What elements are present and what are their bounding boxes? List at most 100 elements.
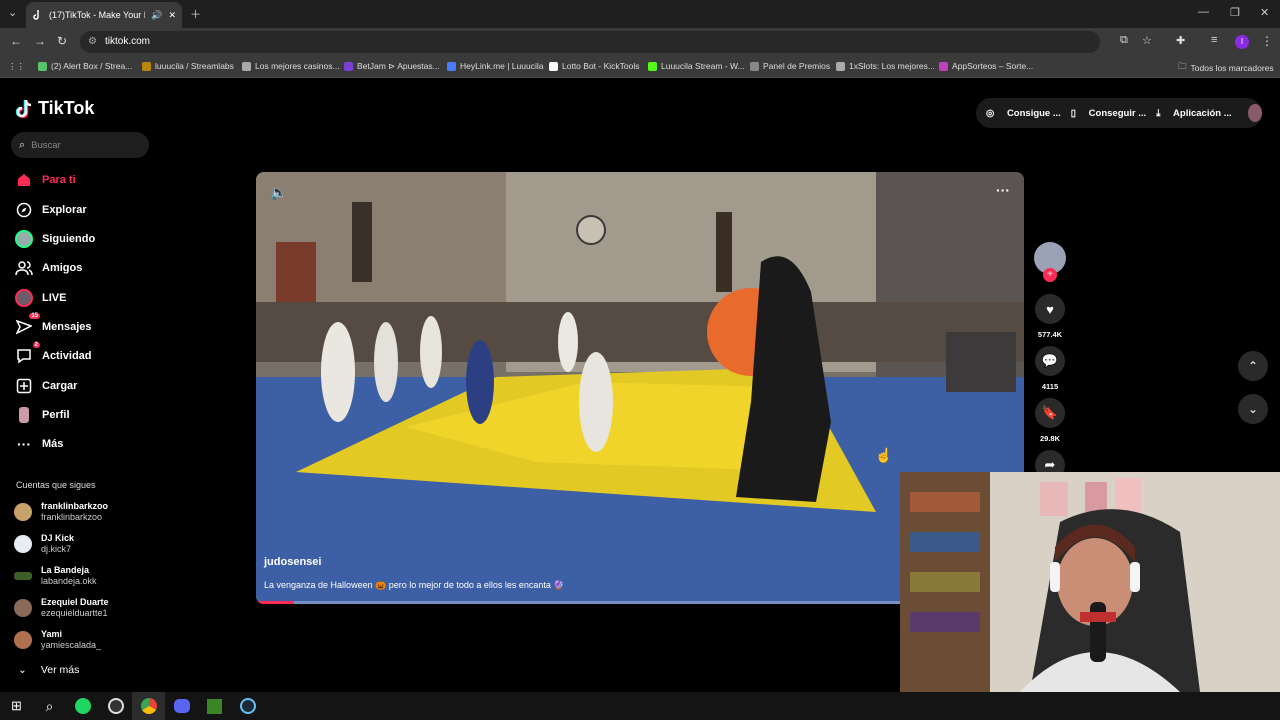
tab-title: (17)TikTok - Make Your Day — [49, 10, 145, 20]
bookmark-item[interactable]: luuucila / Streamlabs — [142, 61, 234, 71]
save-button[interactable]: 🔖 — [1035, 398, 1065, 428]
close-tab-icon[interactable]: ✕ — [168, 10, 176, 21]
more-options-icon[interactable]: ··· — [996, 182, 1010, 198]
taskbar-chrome[interactable] — [132, 692, 165, 720]
menu-item-perfil[interactable]: Perfil — [14, 403, 154, 427]
menu-item-mensajes[interactable]: 15 Mensajes — [14, 313, 154, 339]
bookmarks-bar: ⋮⋮ (2) Alert Box / Strea... luuucila / S… — [0, 56, 1280, 78]
follow-plus-icon[interactable]: + — [1043, 268, 1057, 282]
taskbar-minecraft[interactable] — [198, 692, 231, 720]
extensions-icon[interactable]: ✚ — [1176, 34, 1185, 47]
taskbar-discord[interactable] — [165, 692, 198, 720]
menu-item-cargar[interactable]: Cargar — [14, 374, 154, 398]
browser-tab[interactable]: (17)TikTok - Make Your Day 🔊 ✕ — [26, 2, 182, 28]
video-author[interactable]: judosensei — [264, 556, 321, 568]
back-icon[interactable]: ← — [10, 34, 22, 48]
menu-label: Explorar — [42, 204, 87, 216]
menu-item-para-ti[interactable]: Para ti — [14, 168, 154, 192]
menu-item-mas[interactable]: ··· Más — [14, 432, 154, 456]
followed-account[interactable]: franklinbarkzoo franklinbarkzoo — [14, 499, 144, 525]
forward-icon[interactable]: → — [34, 34, 46, 48]
reload-icon[interactable]: ↻ — [57, 34, 67, 48]
bookmark-item[interactable]: (2) Alert Box / Strea... — [38, 61, 132, 71]
all-bookmarks-folder[interactable]: 🗀 Todos los marcadores — [1178, 61, 1274, 75]
menu-item-live[interactable]: LIVE — [14, 286, 154, 310]
browser-tab-bar: ⌄ (17)TikTok - Make Your Day 🔊 ✕ ＋ — ❐ ✕ — [0, 0, 1280, 28]
webcam-overlay — [900, 472, 1280, 692]
tiktok-logo[interactable]: TikTok — [16, 98, 94, 119]
profile-avatar[interactable]: I — [1235, 35, 1249, 49]
chrome-icon — [140, 698, 157, 714]
maximize-icon[interactable]: ❐ — [1230, 6, 1240, 19]
taskbar-search-button[interactable]: ⌕ — [33, 692, 66, 720]
followed-account[interactable]: DJ Kick dj.kick7 — [14, 531, 144, 557]
obs-icon — [107, 698, 124, 714]
bookmark-item[interactable]: Los mejores casinos... — [242, 61, 340, 71]
avatar — [14, 631, 32, 649]
menu-label: Mensajes — [42, 321, 92, 333]
menu-label: Más — [42, 438, 64, 450]
tab-search-icon[interactable]: ⌄ — [8, 6, 17, 19]
account-name: DJ Kick — [41, 533, 75, 543]
tiktok-note-icon — [16, 99, 32, 118]
menu-label: Actividad — [42, 350, 92, 362]
followed-account[interactable]: Yami yamiescalada_ — [14, 627, 144, 653]
media-control-icon[interactable]: ≡ — [1211, 34, 1217, 46]
url-input[interactable]: ⚙ tiktok.com — [80, 31, 1100, 53]
chevron-down-icon: ⌄ — [18, 664, 27, 676]
account-name: La Bandeja — [41, 565, 90, 575]
see-more-button[interactable]: ⌄ Ver más — [18, 664, 79, 676]
video-caption: La venganza de Halloween 🎃 pero lo mejor… — [264, 580, 565, 590]
bookmark-star-icon[interactable]: ☆ — [1142, 34, 1152, 47]
windows-taskbar: ⊞ ⌕ — [0, 692, 1280, 720]
cast-icon[interactable]: ⧉ — [1120, 34, 1128, 47]
bookmark-item[interactable]: HeyLink.me | Luuucila — [447, 61, 543, 71]
next-video-button[interactable]: ⌄ — [1238, 394, 1268, 424]
account-handle: franklinbarkzoo — [41, 512, 103, 522]
user-avatar[interactable] — [1247, 104, 1262, 122]
bookmark-item[interactable]: AppSorteos – Sorte... — [939, 61, 1033, 71]
more-icon: ··· — [17, 436, 31, 452]
bookmark-item[interactable]: 1xSlots: Los mejores... — [836, 61, 935, 71]
search-input[interactable]: ⌕ Buscar — [11, 132, 149, 158]
followed-account[interactable]: Ezequiel Duarte ezequielduartte1 — [14, 595, 144, 621]
get-app-button[interactable]: ▯ Conseguir ... — [1071, 108, 1146, 119]
search-icon: ⌕ — [45, 697, 54, 714]
menu-item-explorar[interactable]: Explorar — [14, 198, 154, 222]
volume-icon[interactable]: 🔈 — [270, 184, 287, 201]
menu-item-siguiendo[interactable]: Siguiendo — [14, 227, 154, 251]
search-placeholder: Buscar — [31, 139, 61, 151]
start-button[interactable]: ⊞ — [0, 692, 33, 720]
minimize-icon[interactable]: — — [1198, 6, 1209, 18]
account-name: Ezequiel Duarte — [41, 597, 109, 607]
profile-icon — [14, 405, 34, 425]
menu-label: LIVE — [42, 292, 67, 304]
taskbar-steam[interactable] — [231, 692, 264, 720]
address-bar-row: ← → ↻ ⚙ tiktok.com ⧉ ☆ ✚ ≡ I ⋮ — [0, 28, 1280, 56]
taskbar-spotify[interactable] — [66, 692, 99, 720]
account-handle: ezequielduartte1 — [41, 608, 108, 618]
bookmark-item[interactable]: Luuucila Stream - W... — [648, 61, 745, 71]
taskbar-obs[interactable] — [99, 692, 132, 720]
close-window-icon[interactable]: ✕ — [1260, 6, 1269, 19]
compass-icon — [14, 200, 34, 220]
avatar — [14, 599, 32, 617]
browser-menu-icon[interactable]: ⋮ — [1261, 34, 1273, 48]
comment-button[interactable]: 💬 — [1035, 346, 1065, 376]
apps-grid-icon[interactable]: ⋮⋮ — [8, 61, 25, 72]
download-app-button[interactable]: ⤓ Aplicación ... — [1156, 108, 1231, 119]
site-info-icon[interactable]: ⚙ — [88, 31, 97, 53]
menu-item-actividad[interactable]: 2 Actividad — [14, 342, 154, 368]
get-coins-button[interactable]: ◎ Consigue ... — [986, 108, 1061, 119]
followed-account[interactable]: La Bandeja labandeja.okk — [14, 563, 144, 589]
menu-item-amigos[interactable]: Amigos — [14, 256, 154, 280]
bookmark-item[interactable]: Lotto Bot - KickTools — [549, 61, 639, 71]
new-tab-icon[interactable]: ＋ — [190, 6, 201, 22]
home-icon — [14, 170, 34, 190]
folder-icon: 🗀 — [1178, 61, 1187, 71]
like-button[interactable]: ♥ — [1035, 294, 1065, 324]
account-handle: dj.kick7 — [41, 544, 72, 554]
bookmark-item[interactable]: BetJam ⊳ Apuestas... — [344, 61, 440, 72]
bookmark-item[interactable]: Panel de Premios — [750, 61, 830, 71]
previous-video-button[interactable]: ⌃ — [1238, 351, 1268, 381]
